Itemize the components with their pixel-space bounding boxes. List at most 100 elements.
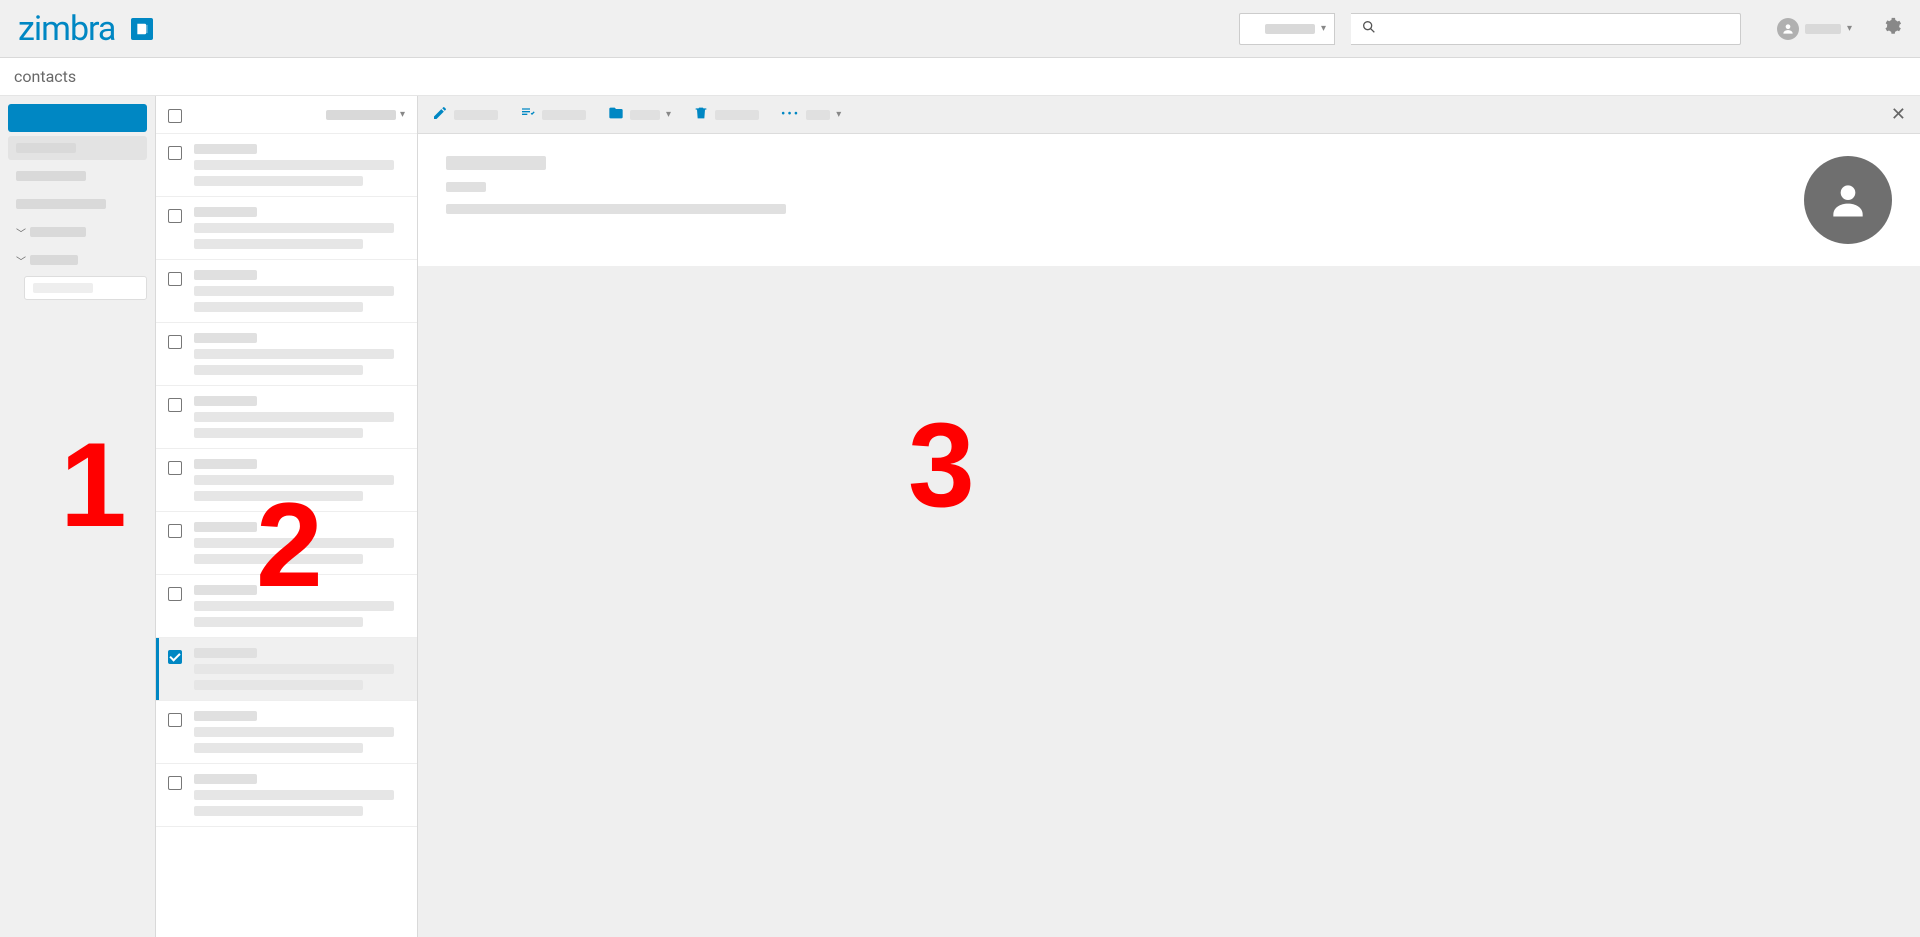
caret-down-icon: ▾ — [1847, 23, 1852, 34]
row-title — [194, 207, 257, 217]
contact-row[interactable] — [156, 764, 417, 827]
sidebar-group-0[interactable]: ﹀ — [8, 220, 147, 244]
row-line2 — [194, 727, 394, 737]
row-title — [194, 522, 257, 532]
sort-menu[interactable]: ▾ — [326, 109, 405, 120]
contact-row[interactable] — [156, 449, 417, 512]
row-checkbox[interactable] — [168, 272, 182, 286]
row-line2 — [194, 160, 394, 170]
chevron-down-icon: ▾ — [1321, 23, 1326, 34]
row-line3 — [194, 302, 363, 312]
sidebar-item-label — [16, 143, 76, 153]
sidebar-item-1[interactable] — [8, 164, 147, 188]
sort-label — [326, 110, 396, 120]
contact-list-pane: ▾ 2 — [156, 96, 418, 937]
sidebar-item-label — [16, 171, 86, 181]
detail-pane: ▾ ••• ▾ ✕ 3 — [418, 96, 1920, 937]
row-line2 — [194, 475, 394, 485]
breadcrumb-label: contacts — [14, 67, 76, 86]
contact-row[interactable] — [156, 323, 417, 386]
row-title — [194, 711, 257, 721]
row-line3 — [194, 806, 363, 816]
row-line3 — [194, 617, 363, 627]
topbar: zimbra ▾ ▾ — [0, 0, 1920, 58]
app-switcher-contacts-icon[interactable] — [131, 18, 153, 40]
row-text — [194, 459, 405, 501]
contact-avatar — [1804, 156, 1892, 244]
assign-button[interactable] — [520, 105, 586, 125]
annotation-1: 1 — [60, 416, 127, 554]
row-line2 — [194, 349, 394, 359]
row-checkbox[interactable] — [168, 650, 182, 664]
assign-label — [542, 110, 586, 120]
row-title — [194, 585, 257, 595]
more-button[interactable]: ••• ▾ — [781, 107, 841, 122]
contact-row[interactable] — [156, 134, 417, 197]
row-checkbox[interactable] — [168, 335, 182, 349]
contact-row[interactable] — [156, 260, 417, 323]
row-text — [194, 396, 405, 438]
row-line2 — [194, 601, 394, 611]
contact-row[interactable] — [156, 701, 417, 764]
row-text — [194, 774, 405, 816]
user-menu[interactable]: ▾ — [1777, 18, 1852, 40]
search-input[interactable] — [1385, 21, 1730, 37]
row-checkbox[interactable] — [168, 776, 182, 790]
contact-detail-card — [418, 134, 1920, 266]
row-checkbox[interactable] — [168, 713, 182, 727]
new-contact-button[interactable] — [8, 104, 147, 132]
annotation-3: 3 — [908, 396, 975, 534]
contact-row[interactable] — [156, 197, 417, 260]
sidebar: ﹀ ﹀ 1 — [0, 96, 156, 937]
pencil-icon — [432, 105, 448, 125]
row-line2 — [194, 286, 394, 296]
chevron-down-icon: ▾ — [400, 109, 405, 120]
logo: zimbra — [18, 9, 115, 49]
row-line3 — [194, 428, 363, 438]
row-line2 — [194, 412, 394, 422]
sidebar-item-0[interactable] — [8, 136, 147, 160]
row-title — [194, 144, 257, 154]
row-checkbox[interactable] — [168, 461, 182, 475]
list-header: ▾ — [156, 96, 417, 134]
sidebar-subitem[interactable] — [24, 276, 147, 300]
row-title — [194, 774, 257, 784]
row-line3 — [194, 680, 363, 690]
contact-row[interactable] — [156, 575, 417, 638]
contact-row[interactable] — [156, 386, 417, 449]
row-line3 — [194, 176, 363, 186]
edit-button[interactable] — [432, 105, 498, 125]
row-checkbox[interactable] — [168, 524, 182, 538]
contact-row[interactable] — [156, 638, 417, 701]
row-line3 — [194, 365, 363, 375]
row-title — [194, 270, 257, 280]
trash-icon — [693, 105, 709, 125]
row-checkbox[interactable] — [168, 398, 182, 412]
user-name-placeholder — [1805, 24, 1841, 34]
chevron-down-icon: ▾ — [666, 109, 671, 120]
row-line2 — [194, 538, 394, 548]
move-button[interactable]: ▾ — [608, 105, 671, 125]
chevron-down-icon: ﹀ — [16, 225, 26, 240]
contact-row[interactable] — [156, 512, 417, 575]
row-checkbox[interactable] — [168, 146, 182, 160]
sidebar-group-1[interactable]: ﹀ — [8, 248, 147, 272]
sidebar-item-2[interactable] — [8, 192, 147, 216]
close-button[interactable]: ✕ — [1891, 104, 1906, 125]
more-label — [806, 110, 830, 120]
list-check-icon — [520, 105, 536, 125]
row-checkbox[interactable] — [168, 209, 182, 223]
more-icon: ••• — [781, 107, 800, 122]
row-text — [194, 585, 405, 627]
row-checkbox[interactable] — [168, 587, 182, 601]
select-all-checkbox[interactable] — [168, 109, 182, 123]
contact-list[interactable] — [156, 134, 417, 937]
row-line3 — [194, 491, 363, 501]
settings-gear-icon[interactable] — [1882, 16, 1902, 41]
delete-button[interactable] — [693, 105, 759, 125]
delete-label — [715, 110, 759, 120]
breadcrumb: contacts — [0, 58, 1920, 96]
row-line2 — [194, 223, 394, 233]
search-scope-select[interactable]: ▾ — [1239, 13, 1335, 45]
contact-subtitle — [446, 182, 486, 192]
